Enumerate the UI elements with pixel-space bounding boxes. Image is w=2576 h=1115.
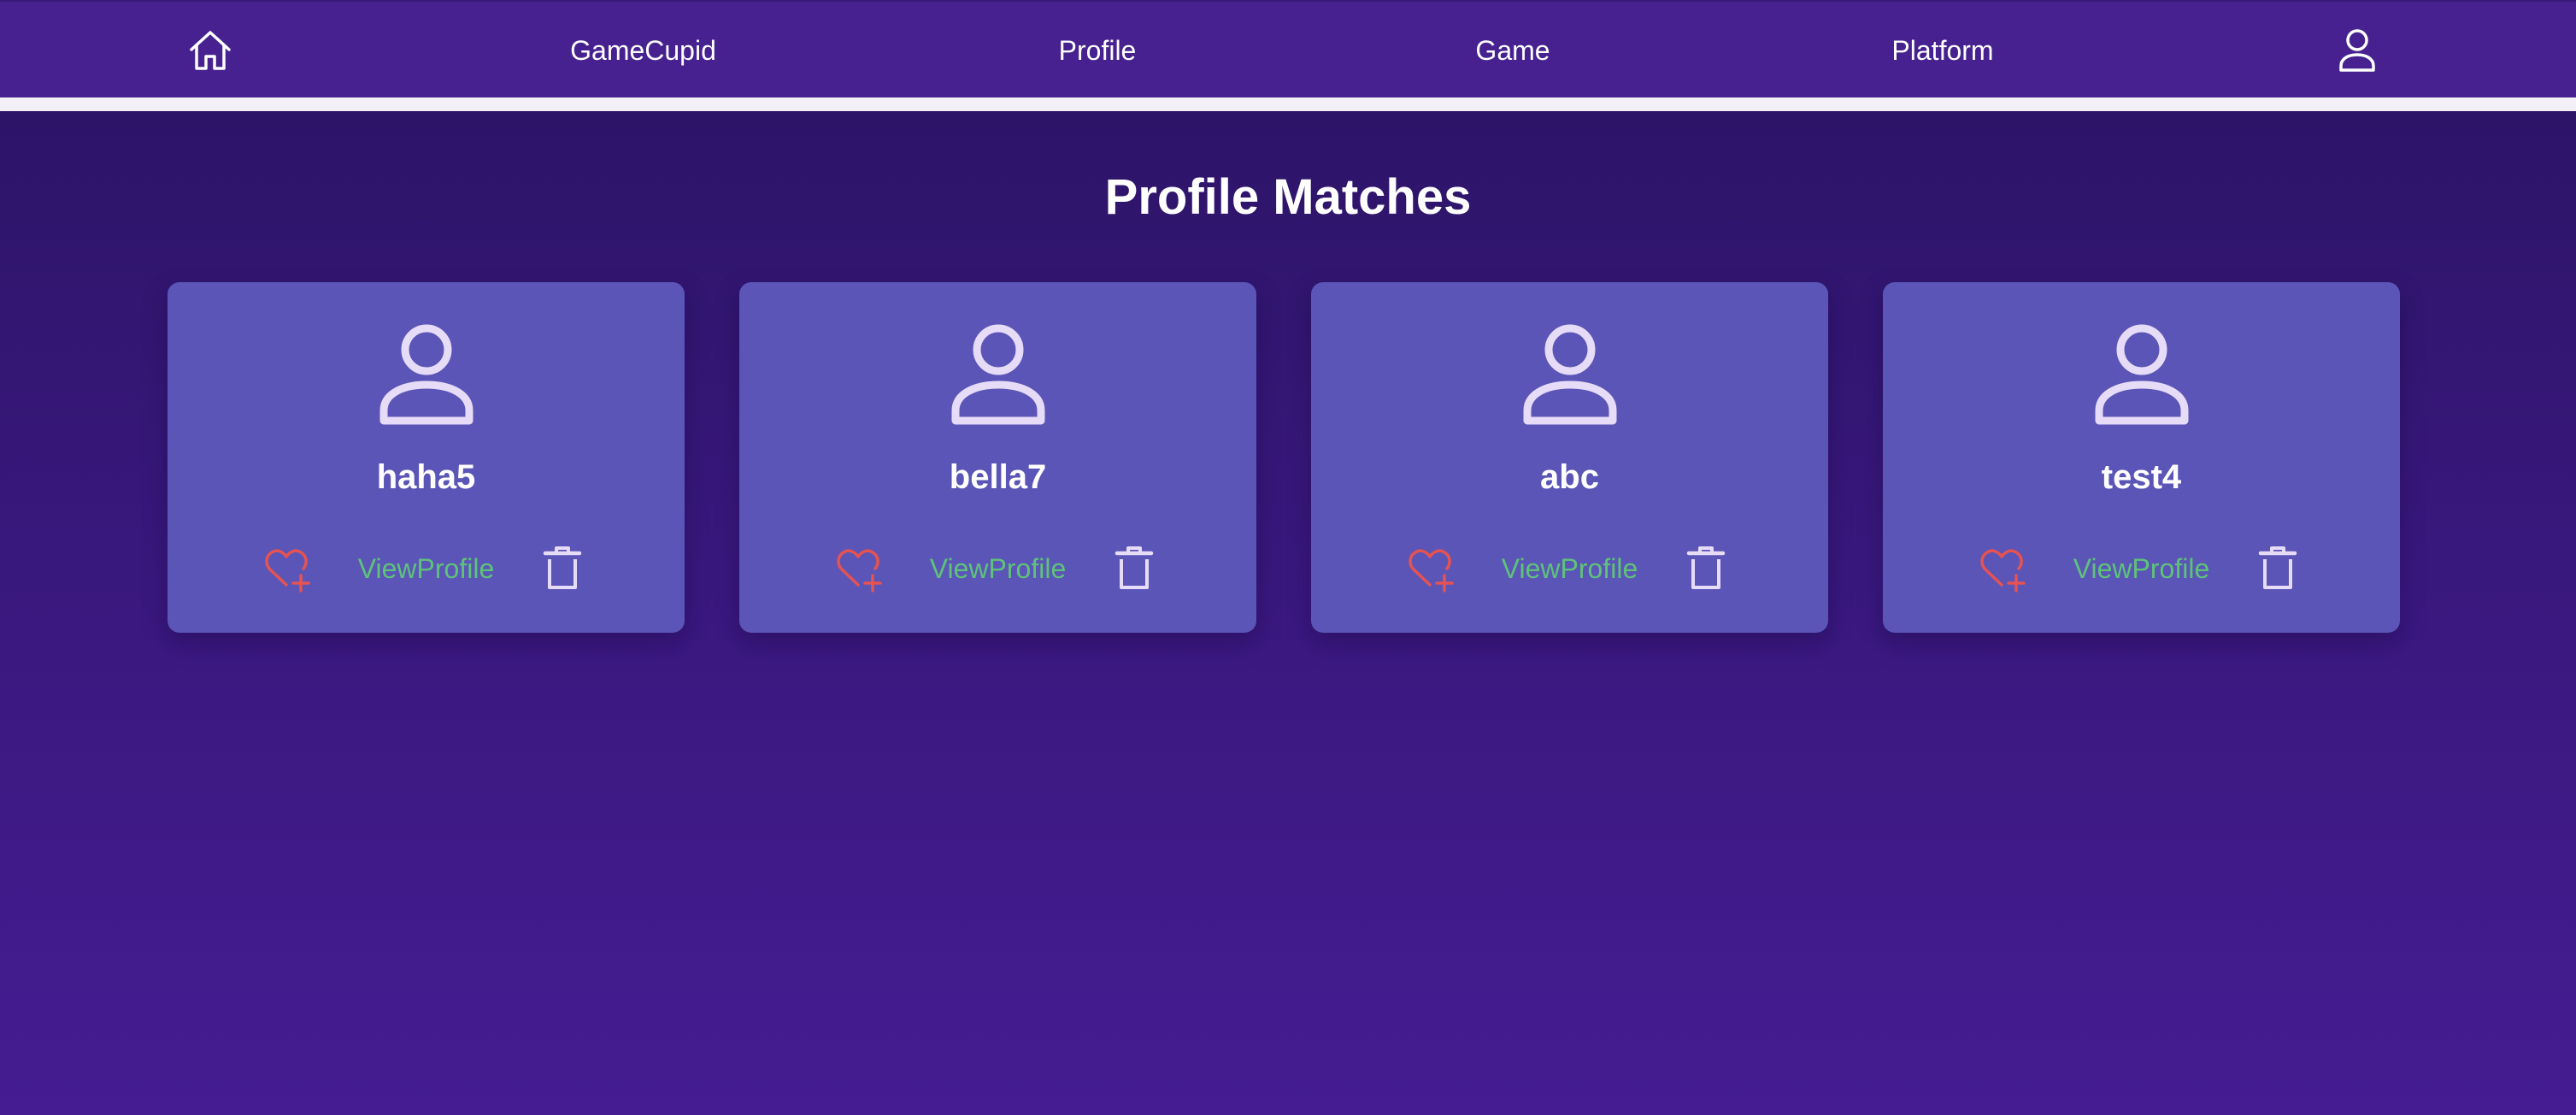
heart-plus-icon[interactable] xyxy=(264,545,312,593)
avatar-icon xyxy=(379,324,473,425)
trash-icon[interactable] xyxy=(1111,546,1157,592)
card-actions: ViewProfile xyxy=(1883,539,2400,599)
user-icon xyxy=(2339,29,2375,72)
avatar-icon xyxy=(951,324,1045,425)
nav-game[interactable]: Game xyxy=(1427,2,1598,99)
card-actions: ViewProfile xyxy=(1311,539,1828,599)
profile-card: abc ViewProfile xyxy=(1311,282,1828,633)
avatar-icon xyxy=(1523,324,1617,425)
card-actions: ViewProfile xyxy=(168,539,685,599)
profile-card: bella7 ViewProfile xyxy=(739,282,1256,633)
heart-plus-icon[interactable] xyxy=(1408,545,1456,593)
view-profile-button[interactable]: ViewProfile xyxy=(2054,539,2229,599)
profile-name: abc xyxy=(1540,458,1599,496)
profile-name: haha5 xyxy=(376,458,476,496)
home-icon xyxy=(190,31,231,70)
nav-user-account[interactable] xyxy=(2333,2,2381,99)
nav-divider xyxy=(0,97,2576,111)
nav-gamecupid[interactable]: GameCupid xyxy=(530,2,756,99)
heart-plus-icon[interactable] xyxy=(1979,545,2027,593)
avatar-icon xyxy=(2095,324,2189,425)
profile-name: bella7 xyxy=(949,458,1047,496)
view-profile-button[interactable]: ViewProfile xyxy=(910,539,1085,599)
nav-profile[interactable]: Profile xyxy=(1009,2,1186,99)
trash-icon[interactable] xyxy=(539,546,585,592)
trash-icon[interactable] xyxy=(2255,546,2301,592)
view-profile-button[interactable]: ViewProfile xyxy=(338,539,514,599)
top-navbar: GameCupid Profile Game Platform xyxy=(0,0,2576,97)
profile-name: test4 xyxy=(2101,458,2182,496)
page-title: Profile Matches xyxy=(1104,169,1472,225)
profile-card: test4 ViewProfile xyxy=(1883,282,2400,633)
trash-icon[interactable] xyxy=(1683,546,1729,592)
view-profile-button[interactable]: ViewProfile xyxy=(1482,539,1657,599)
heart-plus-icon[interactable] xyxy=(836,545,884,593)
profile-card: haha5 ViewProfile xyxy=(168,282,685,633)
card-actions: ViewProfile xyxy=(739,539,1256,599)
nav-platform[interactable]: Platform xyxy=(1855,2,2031,99)
nav-home[interactable] xyxy=(186,2,234,99)
